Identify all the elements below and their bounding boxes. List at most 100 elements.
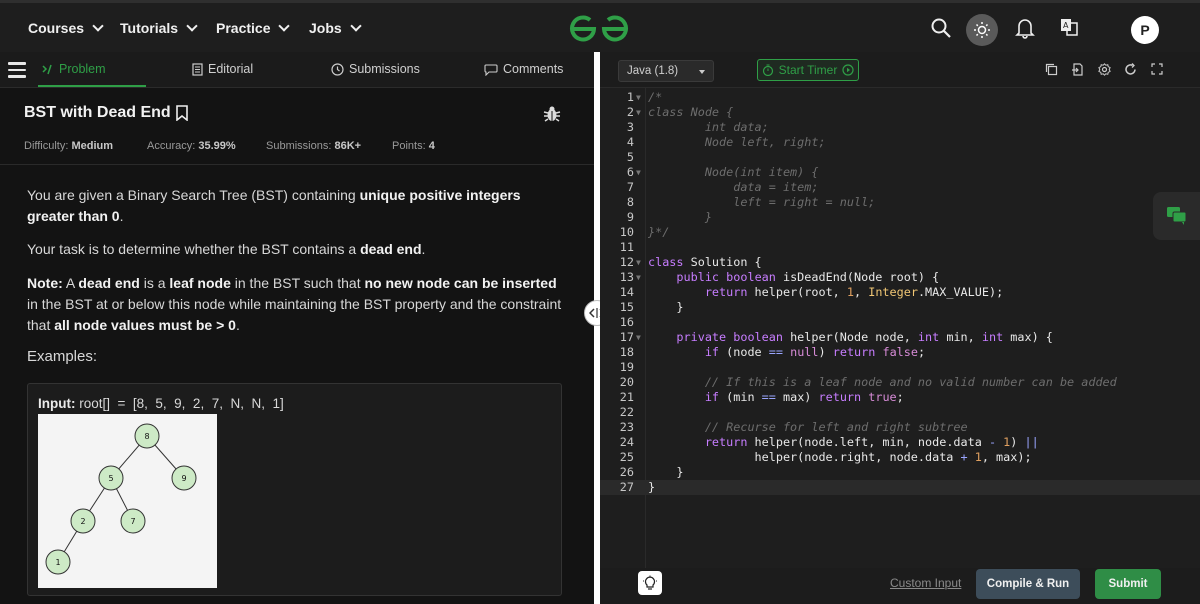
fold-arrow-icon[interactable]: ▼ — [636, 333, 641, 342]
code-line[interactable]: 17 ▼ private boolean helper(Node node, in… — [600, 330, 1200, 345]
code-line[interactable]: 26 } — [600, 465, 1200, 480]
line-number: 11 — [619, 240, 634, 254]
description-paragraph-1: You are given a Binary Search Tree (BST)… — [27, 187, 521, 224]
code-line[interactable]: 18 if (node == null) return false; — [600, 345, 1200, 360]
chevron-down-icon — [350, 20, 362, 32]
code-line[interactable]: 3 int data; — [600, 120, 1200, 135]
code-editor[interactable]: 1 ▼/* 2 ▼ class Node {3 int data; 4 Node left… — [600, 88, 1200, 604]
code-line[interactable]: 8 left = right = null; — [600, 195, 1200, 210]
search-icon[interactable] — [930, 17, 952, 39]
line-number: 27 — [619, 480, 634, 494]
submissions-value: 86K+ — [334, 140, 362, 152]
accuracy-meta: Accuracy: 35.99% — [147, 140, 236, 152]
code-line[interactable]: 25 helper(node.right, node.data + 1, max… — [600, 450, 1200, 465]
code-text: } — [648, 300, 684, 314]
examples-heading: Examples: — [27, 348, 98, 365]
line-number: 4 — [626, 135, 634, 149]
menu-icon[interactable] — [8, 62, 26, 82]
nav-jobs-label: Jobs — [309, 20, 342, 36]
bell-icon[interactable] — [1015, 17, 1035, 39]
fold-arrow-icon[interactable]: ▼ — [636, 273, 641, 282]
code-line[interactable]: 20 // If this is a leaf node and no vali… — [600, 375, 1200, 390]
code-line[interactable]: 11 — [600, 240, 1200, 255]
line-number: 6 — [626, 165, 634, 179]
theme-toggle-button[interactable] — [966, 14, 998, 46]
code-line[interactable]: 13 ▼ public boolean isDeadEnd(Node root) … — [600, 270, 1200, 285]
submissions-meta: Submissions: 86K+ — [266, 140, 361, 152]
nav-courses[interactable]: Courses — [28, 20, 104, 36]
submissions-label: Submissions: — [266, 140, 332, 152]
hint-button[interactable] — [638, 571, 662, 595]
copy-icon[interactable] — [1045, 63, 1058, 76]
code-line[interactable]: 2 ▼ class Node { — [600, 105, 1200, 120]
code-text: } — [648, 465, 684, 479]
code-text: if (min == max) return true; — [704, 390, 904, 404]
code-line[interactable]: 6 ▼ Node(int item) { — [600, 165, 1200, 180]
input-value: root[] = [8, 5, 9, 2, 7, N, N, 1] — [79, 396, 284, 411]
code-line[interactable]: 24 return helper(node.left, min, node.da… — [600, 435, 1200, 450]
chevron-down-icon — [186, 20, 198, 32]
bookmark-icon[interactable] — [175, 105, 189, 121]
avatar[interactable]: P — [1131, 16, 1159, 44]
editor-panel: Java (1.8) Start Timer 1 ▼/* 2 ▼ class Node … — [600, 52, 1200, 604]
translate-icon[interactable]: A — [1060, 17, 1078, 37]
code-line[interactable]: 10}*/ — [600, 225, 1200, 240]
fold-arrow-icon[interactable]: ▼ — [636, 168, 641, 177]
fold-arrow-icon[interactable]: ▼ — [636, 93, 641, 102]
code-line[interactable]: 5 — [600, 150, 1200, 165]
code-line[interactable]: 1 ▼ /* — [600, 90, 1200, 105]
code-line[interactable]: 22 — [600, 405, 1200, 420]
code-line[interactable]: 7 data = item; — [600, 180, 1200, 195]
code-line[interactable]: 16 — [600, 315, 1200, 330]
code-line[interactable]: 12 ▼ class Solution { — [600, 255, 1200, 270]
code-text: } — [648, 480, 656, 494]
tree-node-label: 5 — [108, 474, 113, 483]
code-text: private boolean helper(Node node, int mi… — [676, 330, 1053, 344]
code-line[interactable]: 9 } — [600, 210, 1200, 225]
code-line[interactable]: 4 Node left, right; — [600, 135, 1200, 150]
line-number: 12 — [619, 255, 634, 269]
code-line[interactable]: 15 } — [600, 300, 1200, 315]
code-line[interactable]: 21 if (min == max) return true; — [600, 390, 1200, 405]
compile-run-button[interactable]: Compile & Run — [976, 569, 1080, 599]
code-line[interactable]: 19 — [600, 360, 1200, 375]
tab-comments[interactable]: Comments — [484, 62, 563, 76]
start-timer-button[interactable]: Start Timer — [757, 59, 859, 81]
submit-button[interactable]: Submit — [1095, 569, 1161, 599]
sun-icon — [974, 22, 990, 38]
gfg-logo-icon[interactable] — [568, 15, 630, 43]
tab-problem[interactable]: Problem — [42, 62, 106, 76]
gear-icon[interactable] — [1098, 63, 1111, 76]
tab-editorial[interactable]: Editorial — [192, 62, 253, 76]
code-line[interactable]: 14 return helper(root, 1, Integer.MAX_VA… — [600, 285, 1200, 300]
chat-button[interactable] — [1153, 192, 1200, 240]
difficulty-value: Medium — [71, 140, 114, 152]
fold-arrow-icon[interactable]: ▼ — [636, 258, 641, 267]
svg-text:A: A — [1063, 21, 1069, 30]
code-line[interactable]: 23 // Recurse for left and right subtree — [600, 420, 1200, 435]
editor-toolbar: Java (1.8) Start Timer — [600, 52, 1200, 88]
tree-node-label: 8 — [144, 432, 149, 441]
tab-submissions[interactable]: Submissions — [331, 62, 420, 76]
import-icon[interactable] — [1071, 63, 1084, 76]
line-number: 25 — [619, 450, 634, 464]
line-number: 20 — [619, 375, 634, 389]
tree-node-label: 2 — [80, 517, 85, 526]
language-select[interactable]: Java (1.8) — [618, 60, 714, 82]
custom-input-link[interactable]: Custom Input — [890, 576, 961, 590]
nav-jobs[interactable]: Jobs — [309, 20, 362, 36]
code-line[interactable]: 27} — [600, 480, 1200, 495]
fullscreen-icon[interactable] — [1151, 63, 1163, 75]
code-text: // If this is a leaf node and no valid n… — [704, 375, 1117, 389]
line-number: 14 — [619, 285, 634, 299]
bug-report-icon[interactable] — [543, 105, 561, 123]
fold-arrow-icon[interactable]: ▼ — [636, 108, 641, 117]
reset-icon[interactable] — [1124, 63, 1137, 76]
nav-tutorials[interactable]: Tutorials — [120, 20, 198, 36]
line-number: 9 — [626, 210, 634, 224]
nav-practice[interactable]: Practice — [216, 20, 291, 36]
difficulty-meta: Difficulty: Medium — [24, 140, 113, 152]
example-box: Input: root[] = [8, 5, 9, 2, 7, N, N, 1]… — [27, 383, 562, 596]
page-title: BST with Dead End — [24, 104, 189, 122]
comment-icon — [484, 63, 498, 76]
